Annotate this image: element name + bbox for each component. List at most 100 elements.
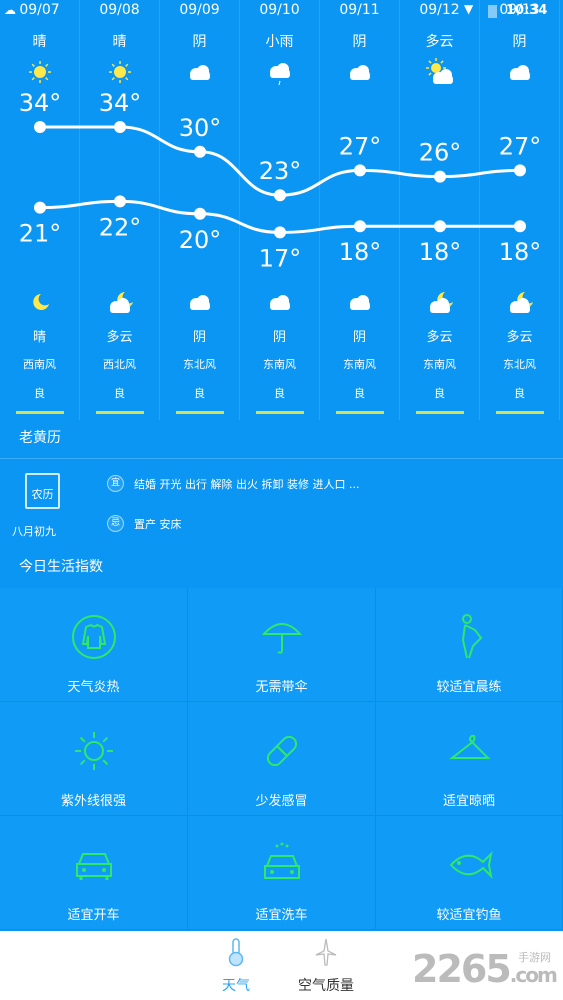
tab-weather[interactable]: 天气 bbox=[196, 937, 276, 995]
high-temp-point bbox=[194, 145, 206, 158]
pill-icon bbox=[266, 735, 298, 767]
air-quality-bar bbox=[416, 411, 464, 414]
life-index-label: 天气炎热 bbox=[67, 680, 120, 695]
low-temp-label: 22° bbox=[99, 213, 142, 241]
life-index-header: 今日生活指数 bbox=[19, 559, 103, 575]
notification-cloud-icon: ☁ bbox=[4, 3, 16, 17]
low-temp-point bbox=[114, 195, 126, 208]
car-wash-icon bbox=[264, 842, 300, 879]
life-index-item[interactable]: 无需带伞 bbox=[188, 588, 376, 702]
moon-cloud-icon bbox=[506, 288, 534, 316]
life-index-item[interactable]: 较适宜钓鱼 bbox=[376, 816, 563, 930]
cloud-icon bbox=[346, 288, 374, 316]
night-condition: 阴 bbox=[192, 330, 206, 345]
air-quality-bar bbox=[96, 411, 144, 414]
hanger-icon bbox=[449, 734, 491, 759]
fish-icon bbox=[449, 851, 493, 879]
air-quality-bar bbox=[336, 411, 384, 414]
exercise-icon bbox=[461, 614, 483, 659]
night-condition: 多云 bbox=[506, 330, 533, 345]
high-temp-label: 34° bbox=[19, 89, 62, 117]
high-temp-label: 34° bbox=[99, 89, 142, 117]
low-temp-point bbox=[514, 220, 526, 233]
life-index-item[interactable]: 适宜开车 bbox=[0, 816, 188, 930]
yi-text: 结婚 开光 出行 解除 出火 拆卸 装修 进人口 ... bbox=[134, 477, 360, 491]
wind-direction: 西北风 bbox=[103, 358, 136, 371]
wind-direction: 东南风 bbox=[343, 358, 376, 371]
status-bar: ☁ ▼ 10:34 bbox=[0, 2, 563, 23]
low-temp-label: 18° bbox=[419, 238, 462, 266]
high-temp-label: 30° bbox=[179, 114, 222, 142]
almanac-panel[interactable]: 农历 八月初九 宜结婚 开光 出行 解除 出火 拆卸 装修 进人口 ... 忌置… bbox=[0, 458, 563, 550]
life-index-label: 无需带伞 bbox=[255, 680, 308, 695]
life-index-item[interactable]: 天气炎热 bbox=[0, 588, 188, 702]
calendar-icon: 农历 bbox=[25, 473, 60, 509]
low-temp-point bbox=[34, 201, 46, 214]
air-quality-bar bbox=[496, 411, 544, 414]
umbrella-icon bbox=[261, 623, 303, 654]
ji-badge-icon: 忌 bbox=[107, 515, 124, 532]
windmill-icon bbox=[315, 938, 337, 966]
life-index-label: 适宜开车 bbox=[67, 908, 120, 923]
moon-cloud-icon bbox=[426, 288, 454, 316]
air-quality: 良 bbox=[114, 387, 125, 400]
sun-uv-icon bbox=[75, 732, 113, 770]
life-index-item[interactable]: 较适宜晨练 bbox=[376, 588, 563, 702]
car-icon bbox=[76, 853, 112, 880]
thermometer-icon bbox=[228, 938, 244, 967]
low-temp-label: 18° bbox=[499, 238, 542, 266]
clothing-icon bbox=[72, 615, 116, 659]
lunar-date: 八月初九 bbox=[12, 525, 56, 538]
high-temp-point bbox=[434, 170, 446, 183]
wind-direction: 东北风 bbox=[503, 358, 536, 371]
air-quality-bar bbox=[256, 411, 304, 414]
air-quality-bar bbox=[176, 411, 224, 414]
high-temp-point bbox=[354, 164, 366, 177]
almanac-yi: 宜结婚 开光 出行 解除 出火 拆卸 装修 进人口 ... bbox=[107, 475, 359, 492]
wifi-icon: ▼ bbox=[464, 2, 474, 16]
night-condition: 多云 bbox=[106, 330, 133, 345]
tab-air-quality-label: 空气质量 bbox=[298, 978, 354, 994]
life-index-item[interactable]: 紫外线很强 bbox=[0, 702, 188, 816]
air-quality: 良 bbox=[34, 387, 45, 400]
tab-air-quality[interactable]: 空气质量 bbox=[286, 937, 366, 995]
high-temp-label: 26° bbox=[419, 139, 462, 167]
life-index-label: 较适宜钓鱼 bbox=[436, 908, 502, 923]
high-temp-point bbox=[114, 121, 126, 133]
low-temp-point bbox=[194, 207, 206, 220]
battery-icon bbox=[488, 5, 497, 18]
life-index-item[interactable]: 少发感冒 bbox=[188, 702, 376, 816]
wind-direction: 东北风 bbox=[183, 358, 216, 371]
wind-direction: 东南风 bbox=[423, 358, 456, 371]
cloud-icon bbox=[186, 288, 214, 316]
wind-direction: 西南风 bbox=[23, 358, 56, 371]
temperature-chart: 34° 34° 30° 23° 27° 26° 27° 21° 22° 20° 17° 18° 18° 1… bbox=[19, 89, 542, 272]
air-quality: 良 bbox=[354, 387, 365, 400]
ji-text: 置产 安床 bbox=[134, 517, 182, 531]
almanac-ji: 忌置产 安床 bbox=[107, 515, 182, 532]
tab-weather-label: 天气 bbox=[222, 978, 250, 994]
low-temp-point bbox=[434, 220, 446, 233]
night-condition: 阴 bbox=[352, 330, 366, 345]
low-temp-label: 21° bbox=[19, 220, 62, 248]
calendar-label: 农历 bbox=[31, 488, 54, 501]
status-time: 10:34 bbox=[506, 3, 548, 18]
high-temp-point bbox=[514, 164, 526, 177]
life-index-item[interactable]: 适宜洗车 bbox=[188, 816, 376, 930]
life-index-label: 较适宜晨练 bbox=[436, 680, 502, 695]
low-temp-label: 17° bbox=[259, 244, 302, 272]
moon-cloud-icon bbox=[106, 288, 134, 316]
life-index-label: 紫外线很强 bbox=[60, 794, 126, 809]
low-temp-label: 18° bbox=[339, 238, 382, 266]
low-temp-point bbox=[354, 220, 366, 233]
wind-direction: 东南风 bbox=[263, 358, 296, 371]
high-temp-label: 27° bbox=[339, 132, 382, 160]
life-index-label: 适宜晾晒 bbox=[442, 794, 495, 809]
air-quality-bar bbox=[16, 411, 64, 414]
almanac-header: 老黄历 bbox=[19, 430, 61, 446]
high-temp-point bbox=[34, 121, 46, 133]
night-condition: 晴 bbox=[32, 330, 46, 345]
life-index-item[interactable]: 适宜晾晒 bbox=[376, 702, 563, 816]
watermark-logo: 2265.com 手游网 bbox=[412, 947, 558, 991]
life-index-grid: 天气炎热 无需带伞 较适宜晨练 紫外线很强 少发感冒 适宜晾晒 适宜开车 适宜洗… bbox=[0, 588, 563, 931]
